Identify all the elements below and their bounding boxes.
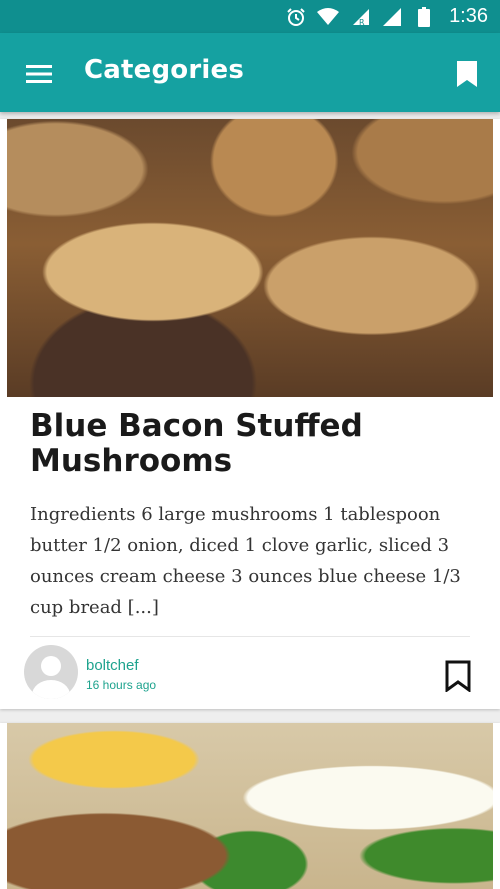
page-title: Categories: [84, 55, 245, 85]
signal-roaming-icon: R: [349, 6, 371, 28]
status-bar: R 1:36: [0, 0, 500, 33]
post-image[interactable]: [7, 119, 493, 397]
author-name[interactable]: boltchef: [86, 657, 139, 674]
hamburger-menu-icon: [26, 65, 52, 83]
bookmark-outline-icon: [445, 660, 471, 692]
divider: [30, 636, 470, 637]
post-title[interactable]: Blue Bacon Stuffed Mushrooms: [30, 409, 470, 479]
bookmark-icon: [457, 61, 477, 87]
default-avatar-icon: [32, 656, 70, 699]
avatar[interactable]: [24, 645, 78, 699]
post-time: 16 hours ago: [86, 678, 157, 692]
save-post-button[interactable]: [444, 659, 472, 693]
bookmarks-button[interactable]: [452, 57, 482, 91]
post-excerpt: Ingredients 6 large mushrooms 1 tablespo…: [30, 504, 461, 618]
battery-icon: [413, 6, 435, 28]
app-bar: Categories: [0, 33, 500, 112]
post-image[interactable]: [7, 723, 493, 889]
alarm-icon: [285, 6, 307, 28]
post-card[interactable]: Blue Bacon Stuffed Mushrooms Ingredients…: [0, 119, 500, 709]
signal-icon: [381, 6, 403, 28]
svg-text:R: R: [359, 18, 365, 27]
wifi-icon: [317, 6, 340, 28]
post-card[interactable]: [0, 723, 500, 889]
menu-button[interactable]: [20, 55, 58, 93]
status-time: 1:36: [449, 5, 488, 27]
